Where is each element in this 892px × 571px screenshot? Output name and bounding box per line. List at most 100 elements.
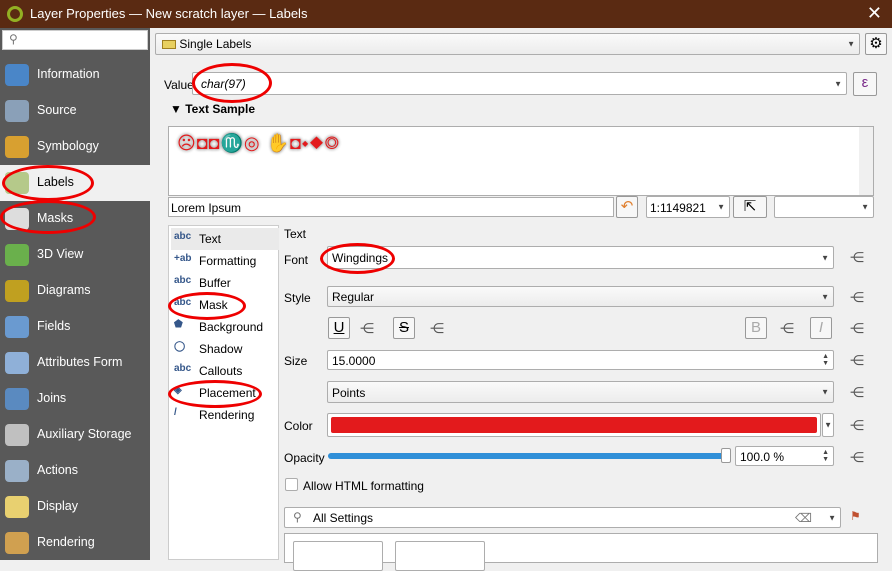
tab-rendering[interactable]: / Rendering [171, 404, 279, 426]
size-unit-select[interactable]: Points ▼ [327, 381, 834, 403]
value-expression-input[interactable]: char(97) ▼ [192, 72, 847, 95]
text-sample-preview: ☹◘◘♏◎ ✋◘⬩◆◎ [168, 126, 874, 196]
reset-sample-button[interactable]: ↶ [616, 196, 638, 218]
tab-shadow[interactable]: ◯ Shadow [171, 338, 279, 360]
unit-value: Points [332, 386, 366, 400]
rendering-icon: / [174, 407, 177, 418]
chevron-down-icon[interactable]: ▼ [834, 79, 842, 88]
underline-button[interactable]: U [328, 317, 350, 339]
sidebar-item-auxiliary-storage[interactable]: Auxiliary Storage [0, 417, 150, 453]
sidebar-item-3d-view[interactable]: 3D View [0, 237, 150, 273]
data-defined-override-button[interactable]: ⋲ [425, 317, 449, 339]
sidebar-item-masks[interactable]: Masks [0, 201, 150, 237]
sidebar-item-diagrams[interactable]: Diagrams [0, 273, 150, 309]
sidebar-item-rendering[interactable]: Rendering [0, 525, 150, 561]
data-defined-override-button[interactable]: ⋲ [845, 317, 869, 339]
expression-button[interactable]: ε [853, 72, 877, 96]
tab-label: Callouts [199, 364, 243, 378]
color-button[interactable] [327, 413, 821, 437]
sidebar-item-label: Joins [37, 391, 67, 405]
strikeout-button[interactable]: S [393, 317, 415, 339]
preview-scrollbar[interactable] [859, 127, 873, 195]
window-title: Layer Properties — New scratch layer — L… [30, 6, 308, 21]
tab-buffer[interactable]: abc Buffer [171, 272, 279, 294]
tab-label: Mask [199, 298, 228, 312]
size-spinbox[interactable]: 15.0000 ▲ ▼ [327, 350, 834, 370]
data-defined-override-button[interactable]: ⋲ [845, 446, 869, 468]
attributes-form-icon [5, 352, 29, 374]
sidebar-item-labels[interactable]: Labels [0, 165, 150, 201]
bold-button[interactable]: B [745, 317, 767, 339]
data-defined-override-button[interactable]: ⋲ [355, 317, 379, 339]
font-select[interactable]: Wingdings ▼ [327, 246, 834, 269]
sidebar-item-attributes-form[interactable]: Attributes Form [0, 345, 150, 381]
data-defined-override-button[interactable]: ⋲ [845, 414, 869, 436]
tab-formatting[interactable]: +ab Formatting [171, 250, 279, 272]
sidebar-item-label: Masks [37, 211, 74, 225]
data-defined-assistant-icon[interactable]: ⚑ [850, 509, 861, 523]
tab-label: Shadow [199, 342, 243, 356]
italic-button[interactable]: I [810, 317, 832, 339]
search-icon: ⚲ [293, 510, 302, 524]
tab-label: Rendering [199, 408, 255, 422]
scale-value: 1:1149821 [650, 201, 706, 215]
pick-scale-button[interactable]: ⇱ [733, 196, 767, 218]
renderer-mode-select[interactable]: Single Labels ▼ [155, 33, 860, 55]
fields-icon [5, 316, 29, 338]
opacity-spinbox[interactable]: 100.0 % ▲ ▼ [735, 446, 834, 466]
value-text: char(97) [201, 77, 246, 91]
sample-text-input[interactable]: Lorem Ipsum [168, 197, 614, 217]
sidebar-search-input[interactable]: ⚲ [2, 30, 148, 50]
close-button[interactable]: ✕ [867, 3, 882, 24]
clear-icon[interactable]: ⌫ [795, 511, 812, 525]
settings-search-input[interactable]: ⚲ All Settings ⌫ ▼ [284, 507, 841, 528]
preset-button[interactable] [395, 541, 485, 571]
opacity-value: 100.0 % [740, 450, 785, 464]
sidebar-item-label: Source [37, 103, 77, 117]
style-select[interactable]: Regular ▼ [327, 286, 834, 307]
sidebar-item-fields[interactable]: Fields [0, 309, 150, 345]
style-manager-button[interactable]: ⚙ [865, 33, 887, 55]
sidebar-item-source[interactable]: Source [0, 93, 150, 129]
buffer-icon: abc [174, 275, 192, 286]
data-defined-override-button[interactable]: ⋲ [775, 317, 799, 339]
rendering-icon [5, 532, 29, 554]
sidebar-item-display[interactable]: Display [0, 489, 150, 525]
opacity-slider-handle[interactable] [721, 448, 731, 463]
data-defined-override-button[interactable]: ⋲ [845, 286, 869, 308]
background-icon: ⬟ [174, 319, 183, 330]
tab-background[interactable]: ⬟ Background [171, 316, 279, 338]
sidebar-item-label: Labels [37, 175, 74, 189]
style-label: Style [284, 291, 311, 305]
tab-label: Buffer [199, 276, 231, 290]
callouts-icon: abc [174, 363, 192, 374]
sidebar-item-label: 3D View [37, 247, 84, 261]
background-color-select[interactable]: ▼ [774, 196, 874, 218]
color-dropdown[interactable]: ▼ [822, 413, 834, 437]
source-icon [5, 100, 29, 122]
data-defined-override-button[interactable]: ⋲ [845, 349, 869, 371]
tab-mask[interactable]: abc Mask [171, 294, 279, 316]
preset-button[interactable] [293, 541, 383, 571]
tab-placement[interactable]: ◈ Placement [171, 382, 279, 404]
data-defined-override-button[interactable]: ⋲ [845, 246, 869, 268]
allow-html-checkbox[interactable] [285, 478, 298, 491]
info-icon [5, 64, 29, 86]
sidebar-item-label: Fields [37, 319, 71, 333]
sidebar-item-information[interactable]: Information [0, 57, 150, 93]
text-sample-header[interactable]: ▼ Text Sample [170, 102, 255, 116]
sidebar-item-symbology[interactable]: Symbology [0, 129, 150, 165]
section-title: Text [284, 227, 307, 241]
tab-callouts[interactable]: abc Callouts [171, 360, 279, 382]
mask-icon: abc [174, 297, 192, 308]
data-defined-override-button[interactable]: ⋲ [845, 381, 869, 403]
actions-icon [5, 460, 29, 482]
label-settings-tabs: abc Text +ab Formatting abc Buffer abc Mask ⬟ Bac… [168, 225, 279, 560]
opacity-slider-fill [328, 453, 731, 459]
sidebar-item-joins[interactable]: Joins [0, 381, 150, 417]
search-icon: ⚲ [9, 32, 18, 46]
scale-select[interactable]: 1:1149821 ▼ [646, 196, 730, 218]
opacity-slider[interactable] [328, 448, 731, 463]
tab-text[interactable]: abc Text [171, 228, 279, 250]
sidebar-item-actions[interactable]: Actions [0, 453, 150, 489]
